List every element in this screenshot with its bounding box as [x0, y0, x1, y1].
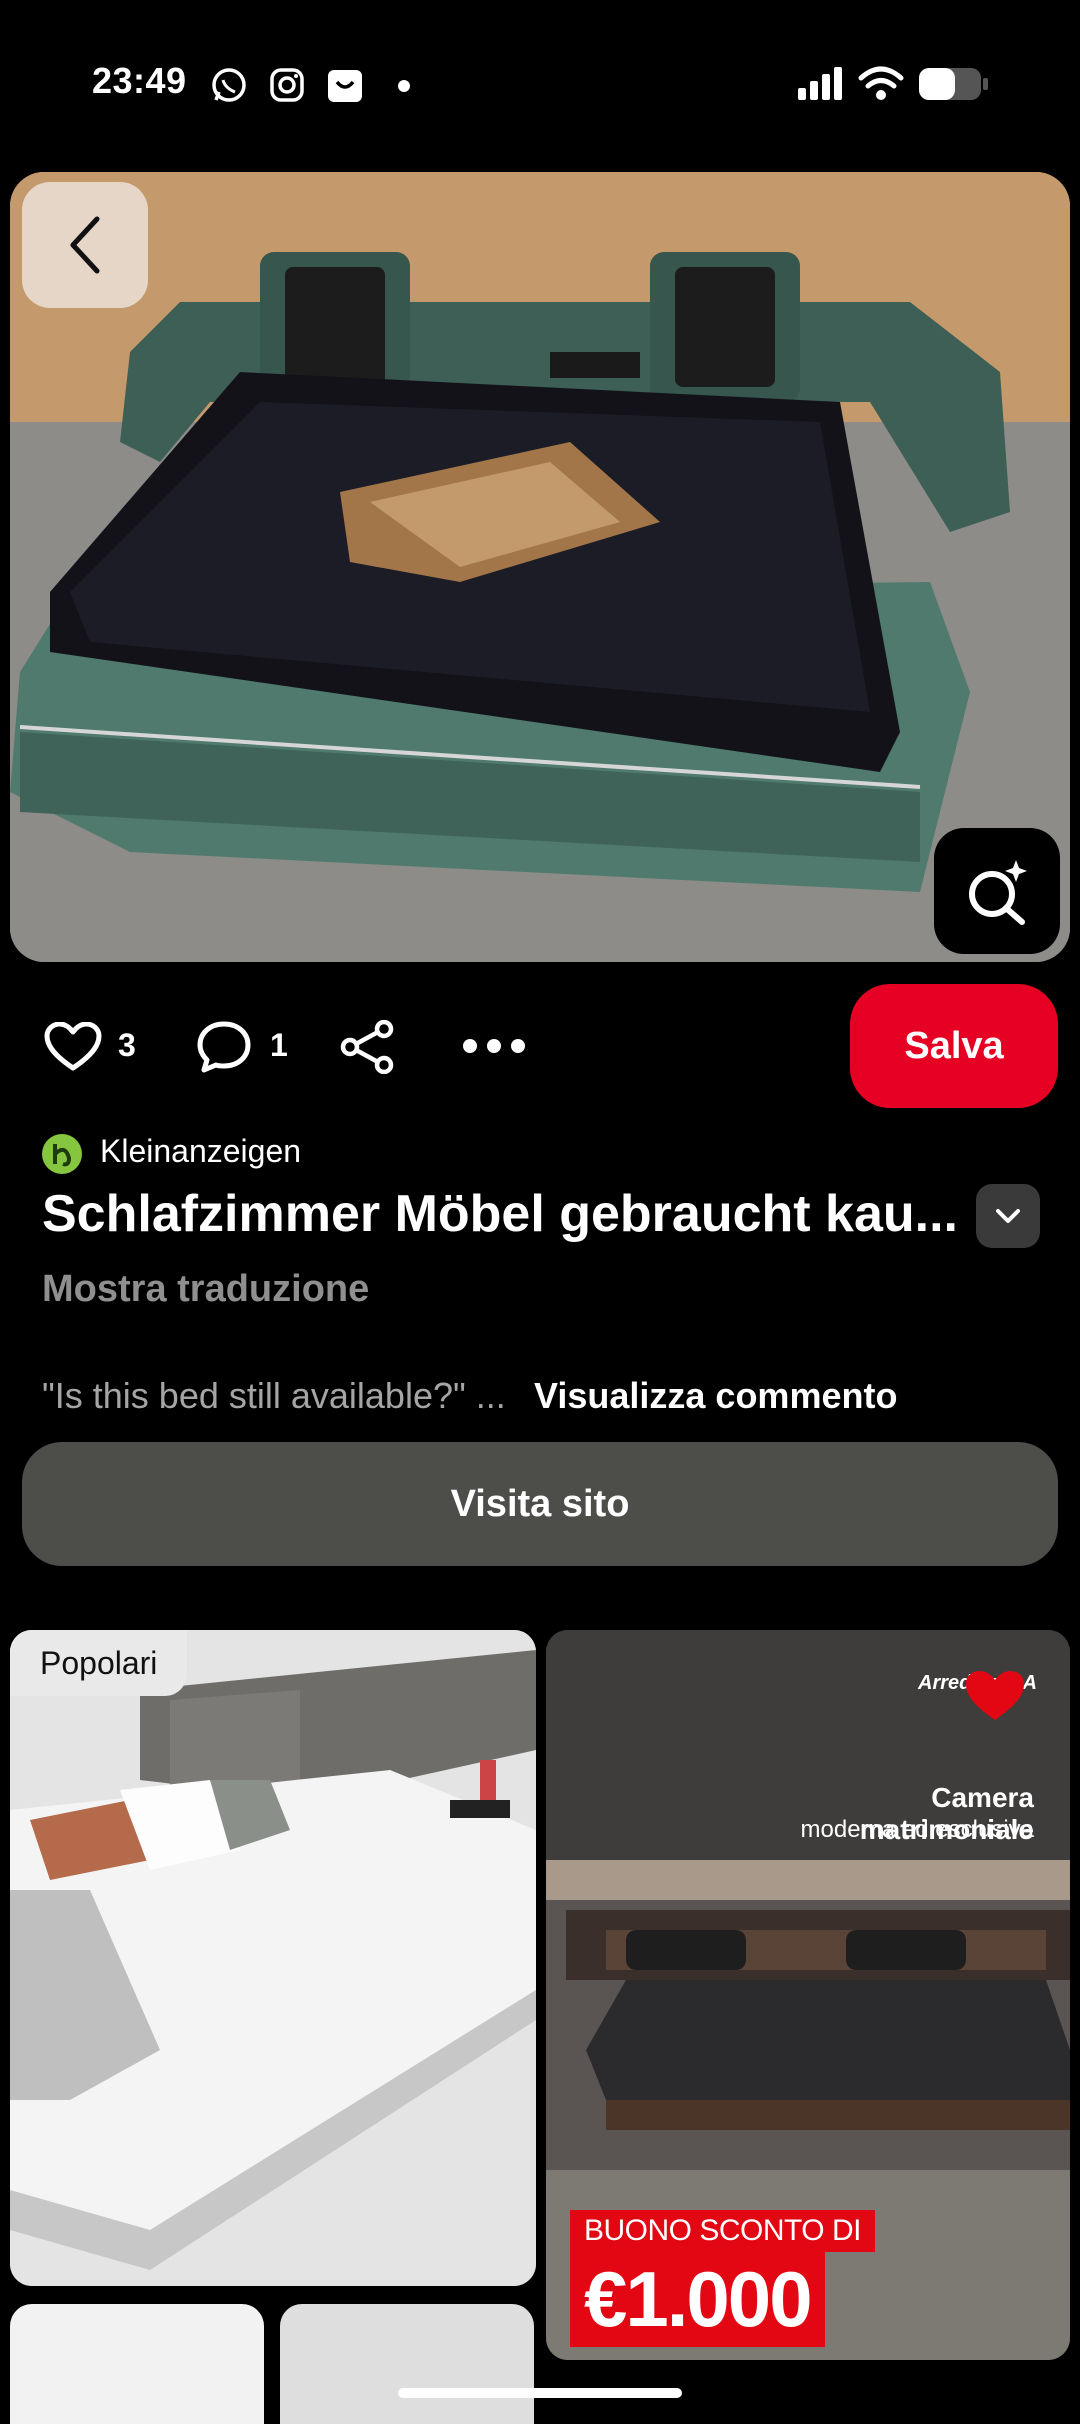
related-pin[interactable]: [10, 2304, 264, 2424]
comment-count: 1: [270, 1027, 288, 1063]
promo-amount: €1.000: [570, 2252, 825, 2347]
visit-site-button[interactable]: Visita sito: [22, 1442, 1058, 1566]
instagram-icon: [270, 68, 304, 102]
wifi-icon: [858, 66, 904, 100]
pin-image[interactable]: [10, 172, 1070, 962]
comment-preview: "Is this bed still available?" ...: [42, 1375, 506, 1416]
ad-subtitle: moderna ed esclusiva: [800, 1816, 1034, 1843]
popular-badge: Popolari: [10, 1630, 188, 1696]
source-name[interactable]: Kleinanzeigen: [100, 1133, 301, 1170]
signal-icon: [798, 67, 842, 100]
pin-title: Schlafzimmer Möbel gebraucht kau...: [42, 1185, 958, 1243]
lens-search-icon: [969, 860, 1027, 925]
comment-icon[interactable]: [196, 1020, 252, 1074]
view-comment-link[interactable]: Visualizza commento: [534, 1375, 897, 1417]
pin-image: [10, 1630, 536, 2286]
expand-title-button[interactable]: [976, 1184, 1040, 1248]
chevron-left-icon: [70, 216, 100, 274]
battery-icon: [919, 68, 988, 100]
promo-label: BUONO SCONTO DI: [570, 2210, 875, 2252]
back-button[interactable]: [22, 182, 148, 308]
whatsapp-icon: [212, 68, 246, 102]
dot-icon: [398, 80, 410, 92]
heart-icon[interactable]: [44, 1022, 102, 1072]
chevron-down-icon: [996, 1209, 1020, 1223]
bed-illustration: [10, 172, 1070, 962]
show-translation-link[interactable]: Mostra traduzione: [42, 1268, 369, 1311]
shopping-bag-icon: [328, 70, 362, 102]
status-time: 23:49: [92, 60, 187, 101]
like-count: 3: [118, 1027, 136, 1063]
related-pin[interactable]: [10, 1630, 536, 2286]
more-options-icon[interactable]: [460, 1036, 528, 1056]
visual-search-button[interactable]: [934, 828, 1060, 954]
heart-logo-icon: [966, 1671, 1024, 1720]
home-indicator[interactable]: [398, 2388, 682, 2398]
related-pin[interactable]: [280, 2304, 534, 2424]
save-button[interactable]: Salva: [850, 984, 1058, 1108]
share-icon[interactable]: [340, 1020, 396, 1074]
source-logo-icon[interactable]: [42, 1134, 82, 1174]
